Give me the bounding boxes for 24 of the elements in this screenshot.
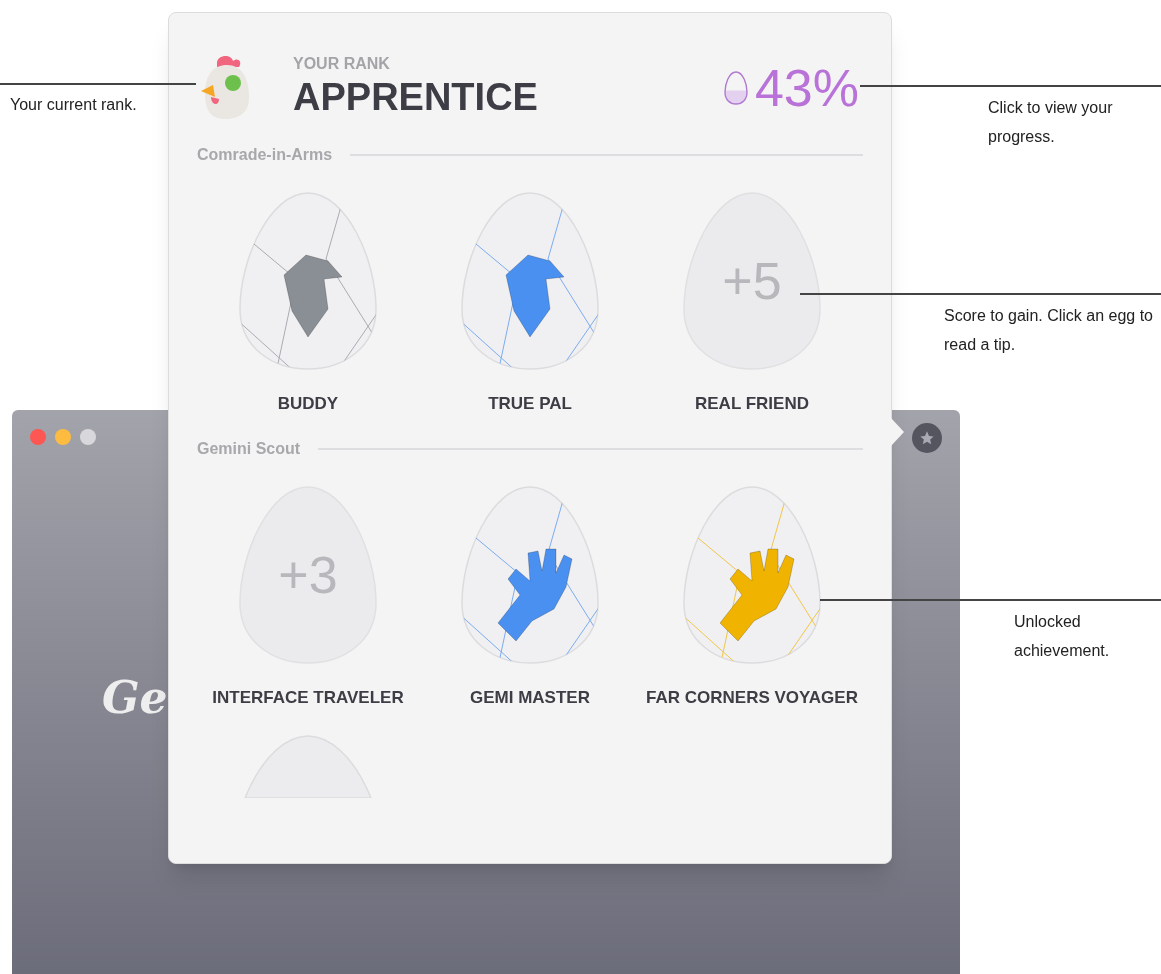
achievement-name: BUDDY bbox=[277, 393, 339, 415]
section-title: Comrade-in-Arms bbox=[197, 145, 333, 165]
achievement-name: REAL FRIEND bbox=[695, 393, 809, 415]
star-icon bbox=[919, 430, 935, 446]
egg-bird-icon[interactable] bbox=[236, 189, 380, 373]
window-control[interactable] bbox=[80, 429, 96, 445]
progress-button[interactable]: 43% bbox=[722, 62, 859, 114]
section-title: Gemini Scout bbox=[197, 438, 301, 459]
achievement-name: TRUE PAL bbox=[488, 393, 572, 415]
egg-bird-icon[interactable] bbox=[458, 189, 602, 373]
callout-text: Unlocked achievement. bbox=[1014, 612, 1111, 661]
callout-text: Click to view your progress. bbox=[988, 98, 1114, 147]
app-logo: Ge bbox=[102, 671, 168, 725]
rank-label: YOUR RANK bbox=[293, 54, 391, 75]
callout-text: Score to gain. Click an egg to read a tip. bbox=[944, 306, 1154, 355]
callout-text: Your current rank. bbox=[10, 95, 138, 115]
rank-title: APPRENTICE bbox=[293, 75, 538, 121]
egg-icon[interactable] bbox=[243, 734, 373, 798]
achievements-button[interactable] bbox=[912, 423, 942, 453]
achievement-name: INTERFACE TRAVELER bbox=[212, 686, 404, 709]
window-control[interactable] bbox=[55, 429, 71, 445]
window-control[interactable] bbox=[30, 429, 46, 445]
achievement-name: FAR CORNERS VOYAGER bbox=[646, 686, 858, 709]
achievement-name: GEMI MASTER bbox=[470, 686, 590, 709]
